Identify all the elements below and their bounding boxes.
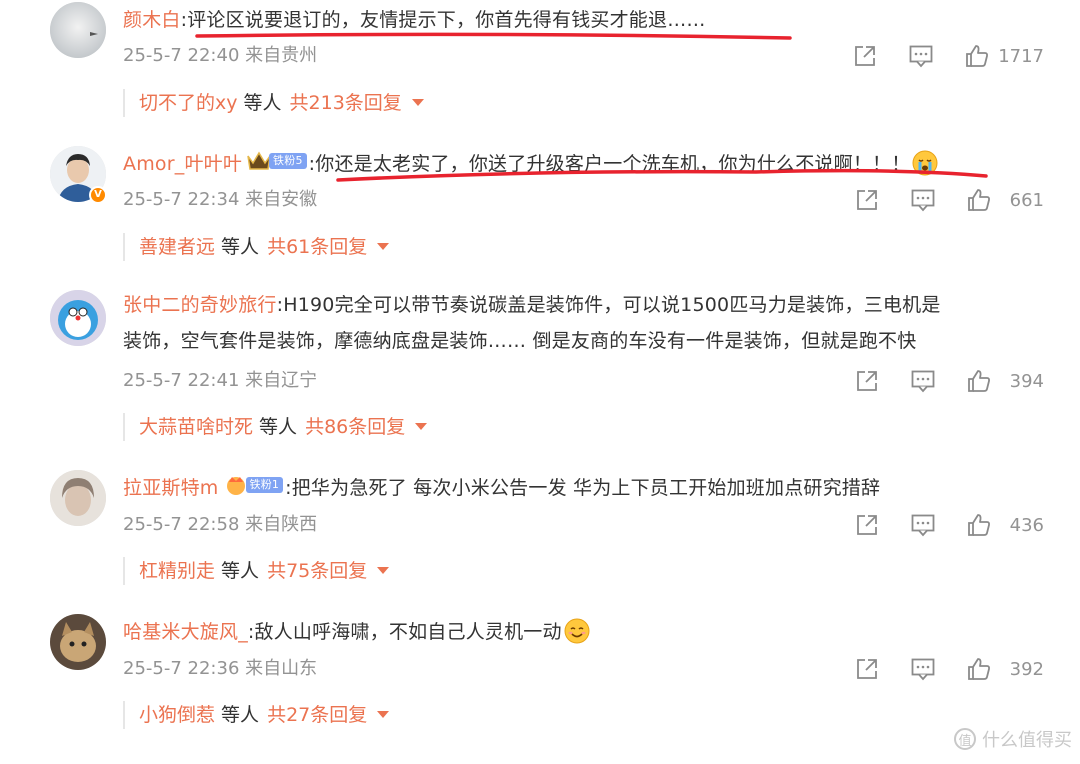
comment-actions: 394 [854, 368, 1044, 394]
username-link[interactable]: 张中二的奇妙旅行 [123, 294, 277, 316]
comment-body: 哈基米大旋风_:敌人山呼海啸，不如自己人灵机一动 [123, 614, 1040, 650]
reply-summary[interactable]: 杠精别走 等人 共75条回复 [123, 557, 390, 585]
fan-badge-group[interactable]: 铁粉1 [223, 474, 284, 496]
reply-mid-text: 等人 [253, 416, 298, 438]
reply-username[interactable]: 大蒜苗啥时死 [139, 416, 253, 438]
reply-count[interactable]: 共61条回复 [267, 236, 367, 258]
avatar[interactable] [50, 470, 106, 526]
smile-emoji [564, 618, 590, 644]
comment-icon[interactable] [910, 187, 936, 213]
username-link[interactable]: Amor_叶叶叶 [123, 153, 242, 175]
comment-icon[interactable] [910, 656, 936, 682]
fan-badge: 铁粉1 [245, 477, 284, 493]
username-link[interactable]: 拉亚斯特m [123, 477, 219, 499]
comment-meta: 25-5-7 22:36 来自山东 [123, 658, 318, 679]
username-link[interactable]: 哈基米大旋风_ [123, 621, 248, 643]
comment-body: 颜木白:评论区说要退订的，友情提示下，你首先得有钱买才能退…… [123, 2, 1040, 38]
reply-username[interactable]: 善建者远 [139, 236, 215, 258]
reply-summary[interactable]: 切不了的xy 等人 共213条回复 [123, 89, 424, 117]
like-icon[interactable] [966, 187, 992, 213]
like-count: 392 [1009, 658, 1044, 680]
reply-mid-text: 等人 [215, 704, 260, 726]
like-icon[interactable] [966, 512, 992, 538]
comment-text: :你还是太老实了，你送了升级客户一个洗车机，你为什么不说啊！！！ [308, 153, 911, 175]
watermark-text: 什么值得买 [982, 730, 1072, 751]
reply-mid-text: 等人 [215, 236, 260, 258]
reply-mid-text: 等人 [237, 92, 282, 114]
avatar[interactable] [50, 614, 106, 670]
like-icon[interactable] [966, 656, 992, 682]
like-count: 394 [1009, 370, 1044, 392]
share-icon[interactable] [854, 656, 880, 682]
verified-badge-icon: V [89, 186, 107, 204]
comment-icon[interactable] [910, 368, 936, 394]
cry-emoji [912, 150, 938, 176]
chevron-down-icon[interactable] [415, 423, 428, 430]
chevron-down-icon[interactable] [411, 99, 424, 106]
reply-summary[interactable]: 大蒜苗啥时死 等人 共86条回复 [123, 413, 428, 441]
share-icon[interactable] [852, 43, 878, 69]
reply-mid-text: 等人 [215, 560, 260, 582]
reply-summary[interactable]: 善建者远 等人 共61条回复 [123, 233, 390, 261]
site-watermark: 值什么值得买 [954, 726, 1072, 752]
like-icon[interactable] [964, 43, 990, 69]
comment-actions: 436 [854, 512, 1044, 538]
reply-summary[interactable]: 小狗倒惹 等人 共27条回复 [123, 701, 390, 729]
reply-username[interactable]: 小狗倒惹 [139, 704, 215, 726]
like-count: 661 [1009, 189, 1044, 211]
watermark-logo-icon: 值 [954, 728, 976, 750]
comment-meta: 25-5-7 22:41 来自辽宁 [123, 370, 318, 391]
fan-badge: 铁粉5 [269, 153, 307, 169]
like-icon[interactable] [966, 368, 992, 394]
comment-text: :敌人山呼海啸，不如自己人灵机一动 [247, 621, 562, 643]
comment-text: :评论区说要退订的，友情提示下，你首先得有钱买才能退…… [180, 9, 706, 31]
comment-meta: 25-5-7 22:58 来自陕西 [123, 514, 318, 535]
share-icon[interactable] [854, 368, 880, 394]
comment-body: 张中二的奇妙旅行:H190完全可以带节奏说碳盖是装饰件，可以说1500匹马力是装… [123, 287, 1040, 359]
comment-text-line-1: :H190完全可以带节奏说碳盖是装饰件，可以说1500匹马力是装饰，三电机是 [276, 294, 941, 316]
comment-icon[interactable] [908, 43, 934, 69]
comment-text-line-2: 装饰，空气套件是装饰，摩德纳底盘是装饰…… 倒是友商的车没有一件是装饰，但就是跑… [123, 330, 917, 352]
chevron-down-icon[interactable] [377, 243, 390, 250]
comment-actions: 1717 [852, 43, 1044, 69]
avatar[interactable] [50, 290, 106, 346]
comment-body: 拉亚斯特m 铁粉1:把华为急死了 每次小米公告一发 华为上下员工开始加班加点研究措… [123, 470, 1040, 506]
reply-count[interactable]: 共27条回复 [267, 704, 367, 726]
like-count: 436 [1009, 514, 1044, 536]
reply-count[interactable]: 共75条回复 [267, 560, 367, 582]
share-icon[interactable] [854, 512, 880, 538]
username-link[interactable]: 颜木白 [123, 9, 181, 31]
reply-count[interactable]: 共213条回复 [290, 92, 402, 114]
comment-meta: 25-5-7 22:40 来自贵州 [123, 45, 318, 66]
comment-actions: 392 [854, 656, 1044, 682]
comment-text: :把华为急死了 每次小米公告一发 华为上下员工开始加班加点研究措辞 [285, 477, 881, 499]
like-count: 1717 [998, 45, 1044, 67]
chevron-down-icon[interactable] [377, 567, 390, 574]
chevron-down-icon[interactable] [377, 711, 390, 718]
fan-badge-group[interactable]: 铁粉5 [246, 150, 307, 172]
reply-username[interactable]: 切不了的xy [139, 92, 238, 114]
share-icon[interactable] [854, 187, 880, 213]
comment-meta: 25-5-7 22:34 来自安徽 [123, 189, 318, 210]
reply-username[interactable]: 杠精别走 [139, 560, 215, 582]
comment-actions: 661 [854, 187, 1044, 213]
avatar[interactable] [50, 2, 106, 58]
reply-count[interactable]: 共86条回复 [305, 416, 405, 438]
comment-body: Amor_叶叶叶 铁粉5:你还是太老实了，你送了升级客户一个洗车机，你为什么不说啊… [123, 146, 1040, 182]
comment-icon[interactable] [910, 512, 936, 538]
crown-icon [226, 477, 245, 495]
comment-list: 颜木白:评论区说要退订的，友情提示下，你首先得有钱买才能退…… 25-5-7 2… [0, 0, 1080, 764]
